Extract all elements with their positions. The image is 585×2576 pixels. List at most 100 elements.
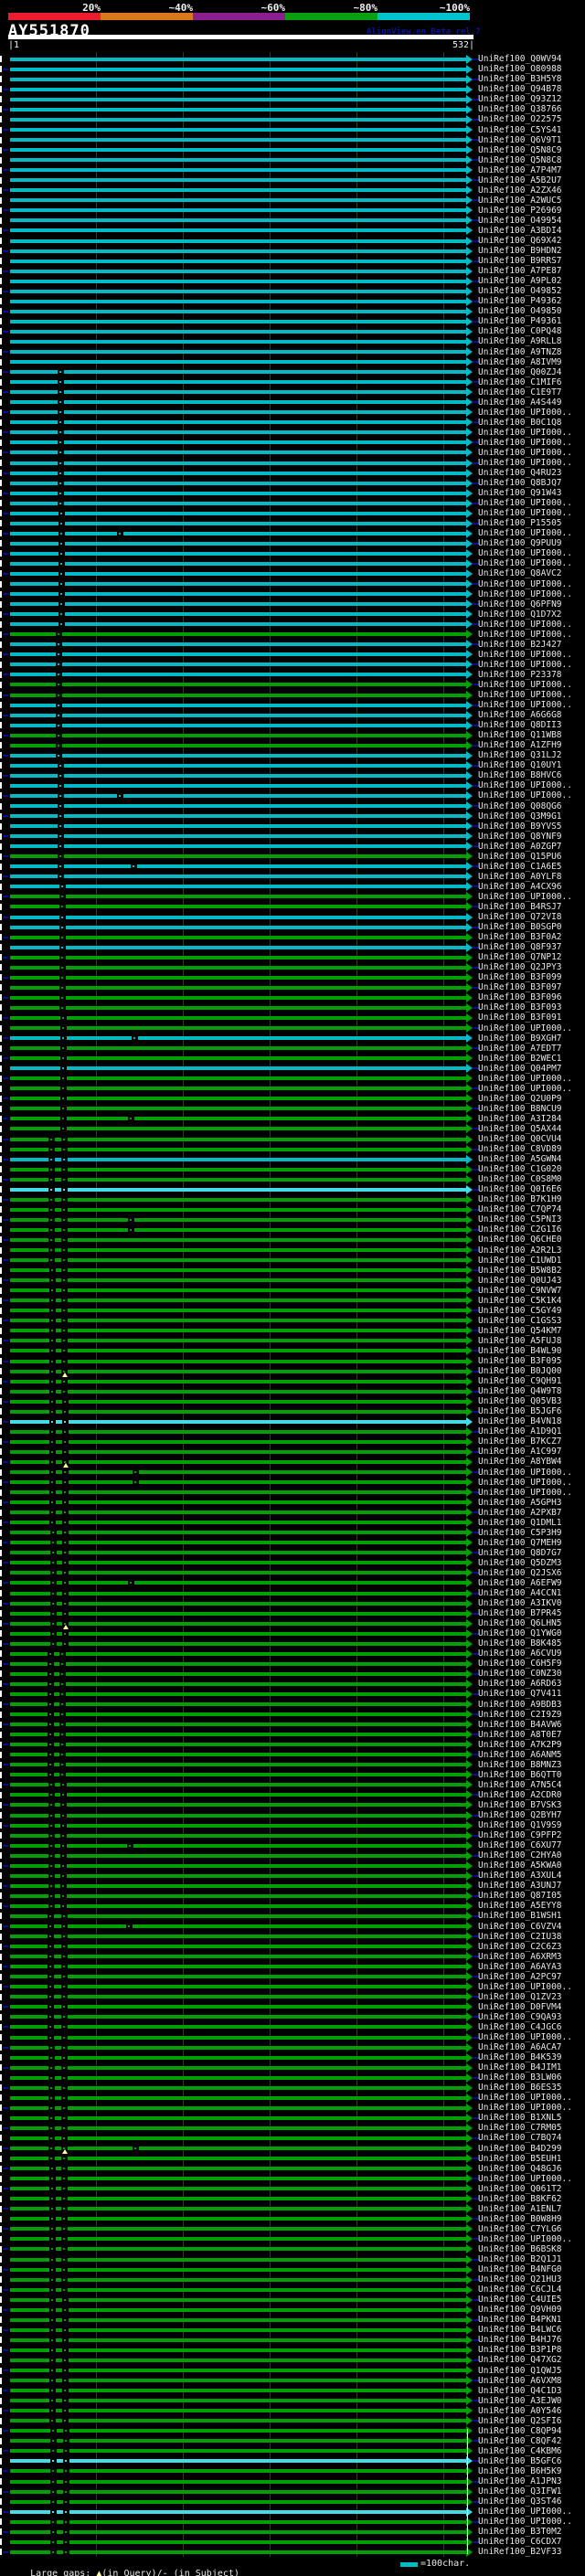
- hit-label[interactable]: UniRef100_C8VD89: [478, 1144, 562, 1154]
- hit-label[interactable]: UniRef100_A1D9Q1: [478, 1426, 562, 1436]
- hit-label[interactable]: UniRef100_A9RLL8: [478, 336, 562, 346]
- hit-label[interactable]: UniRef100_A2ZX46: [478, 186, 562, 196]
- hit-label[interactable]: UniRef100_C5GY49: [478, 1306, 562, 1316]
- hit-label[interactable]: UniRef100_B0C1Q8: [478, 418, 562, 428]
- hit-label[interactable]: UniRef100_A8T0E7: [478, 1730, 562, 1740]
- hit-label[interactable]: UniRef100_UPI000..: [478, 408, 572, 418]
- hit-label[interactable]: UniRef100_UPI000..: [478, 620, 572, 630]
- hit-label[interactable]: UniRef100_B8K485: [478, 1638, 562, 1648]
- hit-label[interactable]: UniRef100_UPI000..: [478, 2507, 572, 2517]
- hit-label[interactable]: UniRef100_Q72VI8: [478, 912, 562, 922]
- hit-label[interactable]: UniRef100_C5YS41: [478, 125, 562, 135]
- hit-label[interactable]: UniRef100_A3IKV0: [478, 1598, 562, 1608]
- hit-label[interactable]: UniRef100_C2G1I6: [478, 1224, 562, 1235]
- hit-label[interactable]: UniRef100_A6XRM3: [478, 1952, 562, 1962]
- hit-label[interactable]: UniRef100_Q7NP12: [478, 952, 562, 962]
- hit-label[interactable]: UniRef100_C6H5F9: [478, 1659, 562, 1669]
- hit-label[interactable]: UniRef100_Q1ZV23: [478, 1992, 562, 2002]
- hit-label[interactable]: UniRef100_O80988: [478, 64, 562, 74]
- hit-label[interactable]: UniRef100_A2PXB7: [478, 1508, 562, 1518]
- hit-label[interactable]: UniRef100_B7K1H9: [478, 1194, 562, 1204]
- hit-label[interactable]: UniRef100_B3F097: [478, 982, 562, 992]
- hit-label[interactable]: UniRef100_Q061T2: [478, 2184, 562, 2194]
- hit-label[interactable]: UniRef100_Q94B78: [478, 84, 562, 94]
- hit-label[interactable]: UniRef100_A0Y546: [478, 2406, 562, 2416]
- hit-label[interactable]: UniRef100_Q6LHN5: [478, 1618, 562, 1628]
- hit-label[interactable]: UniRef100_UPI000..: [478, 2234, 572, 2244]
- hit-label[interactable]: UniRef100_UPI000..: [478, 2517, 572, 2527]
- hit-label[interactable]: UniRef100_A9PL02: [478, 276, 562, 286]
- hit-label[interactable]: UniRef100_B0W8H9: [478, 2214, 562, 2224]
- hit-label[interactable]: UniRef100_A7PE87: [478, 266, 562, 276]
- hit-label[interactable]: UniRef100_UPI000..: [478, 1074, 572, 1084]
- hit-label[interactable]: UniRef100_B7KCZ7: [478, 1436, 562, 1447]
- hit-label[interactable]: UniRef100_A7EDT7: [478, 1044, 562, 1054]
- hit-label[interactable]: UniRef100_A6EFW9: [478, 1578, 562, 1588]
- hit-label[interactable]: UniRef100_C1UWD1: [478, 1256, 562, 1266]
- hit-label[interactable]: UniRef100_A9TNZ8: [478, 347, 562, 357]
- hit-label[interactable]: UniRef100_UPI000..: [478, 528, 572, 538]
- hit-label[interactable]: UniRef100_B2WEC1: [478, 1054, 562, 1064]
- hit-label[interactable]: UniRef100_UPI000..: [478, 1488, 572, 1498]
- hit-label[interactable]: UniRef100_B3F091: [478, 1012, 562, 1023]
- hit-label[interactable]: UniRef100_A4S449: [478, 398, 562, 408]
- hit-label[interactable]: UniRef100_A5KWA0: [478, 1860, 562, 1871]
- hit-label[interactable]: UniRef100_A3BDI4: [478, 226, 562, 236]
- hit-label[interactable]: UniRef100_B8NCU9: [478, 1104, 562, 1114]
- hit-label[interactable]: UniRef100_A6ACA7: [478, 2042, 562, 2052]
- hit-label[interactable]: UniRef100_Q6V9T1: [478, 135, 562, 145]
- hit-label[interactable]: UniRef100_Q8AVC2: [478, 568, 562, 578]
- hit-label[interactable]: UniRef100_Q8DII3: [478, 720, 562, 730]
- hit-label[interactable]: UniRef100_C9NVW7: [478, 1286, 562, 1296]
- hit-label[interactable]: UniRef100_A5B2U7: [478, 175, 562, 186]
- hit-label[interactable]: UniRef100_UPI000..: [478, 2032, 572, 2042]
- hit-label[interactable]: UniRef100_C7YLG6: [478, 2224, 562, 2234]
- hit-label[interactable]: UniRef100_B5W8B2: [478, 1266, 562, 1276]
- hit-label[interactable]: UniRef100_Q05VB3: [478, 1396, 562, 1406]
- hit-label[interactable]: UniRef100_UPI000..: [478, 1084, 572, 1094]
- hit-label[interactable]: UniRef100_B8MNZ3: [478, 1760, 562, 1770]
- hit-label[interactable]: UniRef100_UPI000..: [478, 1468, 572, 1478]
- hit-label[interactable]: UniRef100_B4VN18: [478, 1416, 562, 1426]
- hit-label[interactable]: UniRef100_UPI000..: [478, 2103, 572, 2113]
- hit-label[interactable]: UniRef100_Q15PU6: [478, 852, 562, 862]
- hit-label[interactable]: UniRef100_B4HJ76: [478, 2335, 562, 2345]
- hit-label[interactable]: UniRef100_Q54KM7: [478, 1326, 562, 1336]
- hit-label[interactable]: UniRef100_C1GSS3: [478, 1316, 562, 1326]
- hit-label[interactable]: UniRef100_A6CVU9: [478, 1648, 562, 1659]
- hit-label[interactable]: UniRef100_Q8YNF9: [478, 832, 562, 842]
- hit-label[interactable]: UniRef100_UPI000..: [478, 2174, 572, 2184]
- hit-label[interactable]: UniRef100_C9PFP2: [478, 1830, 562, 1840]
- hit-label[interactable]: UniRef100_A5GWN4: [478, 1154, 562, 1164]
- hit-label[interactable]: UniRef100_C7RM05: [478, 2123, 562, 2133]
- hit-label[interactable]: UniRef100_Q5N8C8: [478, 155, 562, 165]
- hit-label[interactable]: UniRef100_B0JQ00: [478, 1366, 562, 1376]
- hit-label[interactable]: UniRef100_Q1D7X2: [478, 610, 562, 620]
- hit-label[interactable]: UniRef100_B1WSH1: [478, 1911, 562, 1921]
- hit-label[interactable]: UniRef100_Q8D7G7: [478, 1548, 562, 1558]
- hit-label[interactable]: UniRef100_Q8BJQ7: [478, 478, 562, 488]
- hit-label[interactable]: UniRef100_O22575: [478, 114, 562, 124]
- hit-label[interactable]: UniRef100_B6QTT0: [478, 1770, 562, 1780]
- hit-label[interactable]: UniRef100_C8QP94: [478, 2426, 562, 2436]
- hit-label[interactable]: UniRef100_B4WL90: [478, 1346, 562, 1356]
- hit-label[interactable]: UniRef100_C6XU77: [478, 1840, 562, 1850]
- hit-label[interactable]: UniRef100_B4NFG0: [478, 2264, 562, 2274]
- hit-label[interactable]: UniRef100_UPI000..: [478, 660, 572, 670]
- hit-label[interactable]: UniRef100_Q7V411: [478, 1689, 562, 1699]
- hit-label[interactable]: UniRef100_B0SGP0: [478, 922, 562, 932]
- hit-label[interactable]: UniRef100_C5P3H9: [478, 1528, 562, 1538]
- hit-label[interactable]: UniRef100_B4K539: [478, 2052, 562, 2062]
- hit-label[interactable]: UniRef100_B6BSK8: [478, 2244, 562, 2254]
- hit-label[interactable]: UniRef100_UPI000..: [478, 700, 572, 710]
- hit-label[interactable]: UniRef100_B4PKN1: [478, 2315, 562, 2325]
- hit-label[interactable]: UniRef100_Q2JPY3: [478, 962, 562, 972]
- hit-label[interactable]: UniRef100_Q1YWG0: [478, 1628, 562, 1638]
- hit-label[interactable]: UniRef100_Q1QWJ5: [478, 2366, 562, 2376]
- hit-label[interactable]: UniRef100_C1G020: [478, 1164, 562, 1174]
- hit-label[interactable]: UniRef100_A7N5C4: [478, 1780, 562, 1790]
- hit-label[interactable]: UniRef100_B3P1P8: [478, 2345, 562, 2355]
- hit-label[interactable]: UniRef100_D0FVM4: [478, 2002, 562, 2012]
- hit-label[interactable]: UniRef100_UPI000..: [478, 1478, 572, 1488]
- hit-label[interactable]: UniRef100_UPI000..: [478, 498, 572, 508]
